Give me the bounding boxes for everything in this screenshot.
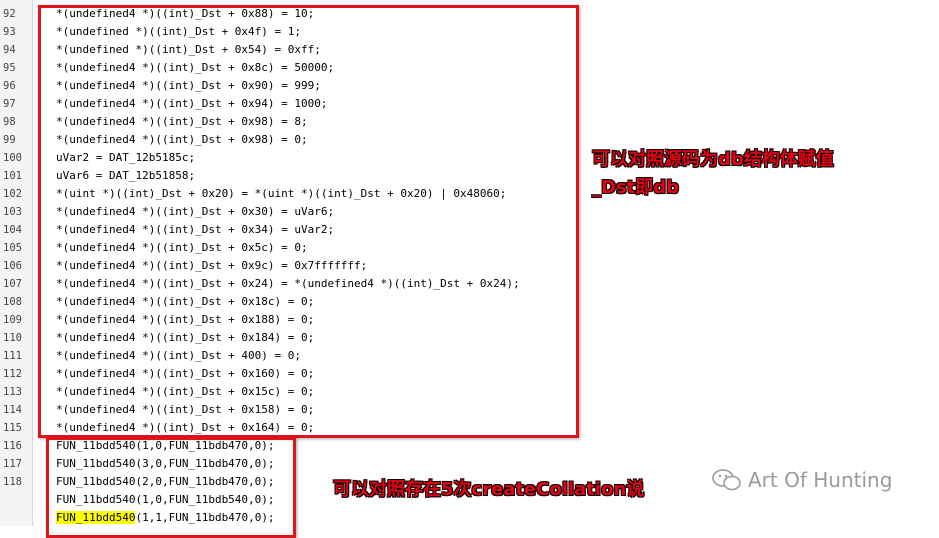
line-number: 101 xyxy=(3,170,22,182)
line-number: 114 xyxy=(3,404,22,416)
line-number: 100 xyxy=(3,152,22,164)
line-number: 118 xyxy=(3,476,22,488)
line-number: 116 xyxy=(3,440,22,452)
line-number: 107 xyxy=(3,278,22,290)
line-number: 93 xyxy=(3,26,16,38)
line-number: 104 xyxy=(3,224,22,236)
line-number: 94 xyxy=(3,44,16,56)
line-number: 103 xyxy=(3,206,22,218)
line-number: 96 xyxy=(3,80,16,92)
line-number: 115 xyxy=(3,422,22,434)
line-number: 95 xyxy=(3,62,16,74)
watermark-text: Art Of Hunting xyxy=(748,468,893,492)
line-number: 92 xyxy=(3,8,16,20)
line-number: 97 xyxy=(3,98,16,110)
line-number: 106 xyxy=(3,260,22,272)
line-number: 98 xyxy=(3,116,16,128)
line-number: 111 xyxy=(3,350,22,362)
wechat-icon xyxy=(712,469,741,491)
watermark: Art Of Hunting xyxy=(712,468,892,492)
line-number: 113 xyxy=(3,386,22,398)
line-number: 102 xyxy=(3,188,22,200)
create-collation-highlight-box xyxy=(46,437,296,538)
line-number: 109 xyxy=(3,314,22,326)
line-number: 99 xyxy=(3,134,16,146)
line-number: 112 xyxy=(3,368,22,380)
annotation-create-collation: 可以对照存在5次createCollation说 xyxy=(333,479,645,500)
annotation-struct-assignment: 可以对照源码为db结构体赋值 _Dst即db xyxy=(592,149,834,198)
line-number: 108 xyxy=(3,296,22,308)
struct-assignment-highlight-box xyxy=(38,5,579,438)
line-number: 117 xyxy=(3,458,22,470)
line-number: 110 xyxy=(3,332,22,344)
line-number: 105 xyxy=(3,242,22,254)
